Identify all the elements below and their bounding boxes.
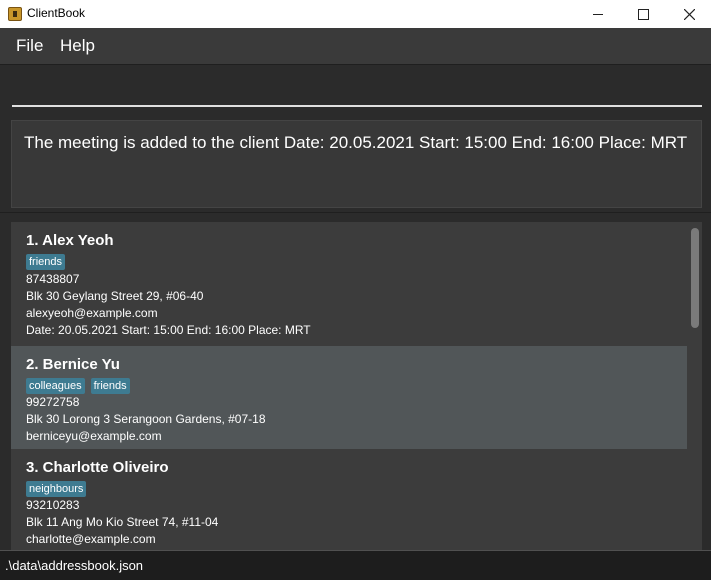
client-card[interactable]: 2. Bernice Yu colleagues friends 9927275… [11, 346, 687, 449]
client-email: berniceyu@example.com [26, 429, 162, 443]
close-icon [683, 8, 695, 20]
client-card[interactable]: 3. Charlotte Oliveiro neighbours 9321028… [11, 449, 687, 551]
client-phone: 93210283 [26, 498, 80, 512]
client-name: 2. Bernice Yu [26, 356, 120, 373]
window-title: ClientBook [27, 6, 86, 20]
client-tags: neighbours [26, 481, 87, 497]
client-list[interactable]: 1. Alex Yeoh friends 87438807 Blk 30 Gey… [11, 222, 702, 551]
client-phone: 87438807 [26, 272, 80, 286]
client-tags: colleagues friends [26, 378, 130, 394]
minimize-button[interactable] [575, 0, 621, 28]
client-tag: friends [90, 378, 130, 394]
client-phone: 99272758 [26, 395, 80, 409]
client-email: charlotte@example.com [26, 532, 156, 546]
client-email: alexyeoh@example.com [26, 306, 158, 320]
close-button[interactable] [666, 0, 711, 28]
menu-bar: File Help [0, 28, 711, 64]
scrollbar-thumb[interactable] [691, 228, 699, 328]
client-tag: colleagues [26, 378, 85, 394]
command-area [0, 64, 711, 114]
client-address: Blk 30 Geylang Street 29, #06-40 [26, 289, 204, 303]
result-display[interactable]: The meeting is added to the client Date:… [11, 120, 702, 208]
client-list-panel: 1. Alex Yeoh friends 87438807 Blk 30 Gey… [0, 212, 711, 551]
list-scrollbar[interactable] [691, 222, 702, 551]
client-tags: friends [26, 254, 66, 270]
command-input[interactable] [12, 75, 702, 107]
title-bar: ClientBook [0, 0, 711, 28]
result-message: The meeting is added to the client Date:… [24, 133, 688, 152]
result-panel: The meeting is added to the client Date:… [0, 114, 711, 212]
maximize-button[interactable] [620, 0, 666, 28]
menu-file[interactable]: File [16, 36, 43, 56]
client-tag: friends [26, 254, 66, 270]
status-bar: .\data\addressbook.json [0, 550, 711, 580]
maximize-icon [637, 8, 649, 20]
client-name: 1. Alex Yeoh [26, 232, 114, 249]
client-meeting: Date: 20.05.2021 Start: 15:00 End: 16:00… [26, 323, 311, 337]
client-card[interactable]: 1. Alex Yeoh friends 87438807 Blk 30 Gey… [11, 222, 687, 346]
save-location: .\data\addressbook.json [5, 558, 144, 573]
app-icon [8, 7, 22, 21]
client-name: 3. Charlotte Oliveiro [26, 459, 169, 476]
client-address: Blk 11 Ang Mo Kio Street 74, #11-04 [26, 515, 219, 529]
client-address: Blk 30 Lorong 3 Serangoon Gardens, #07-1… [26, 412, 266, 426]
minimize-icon [593, 13, 603, 15]
menu-help[interactable]: Help [60, 36, 95, 56]
client-tag: neighbours [26, 481, 87, 497]
